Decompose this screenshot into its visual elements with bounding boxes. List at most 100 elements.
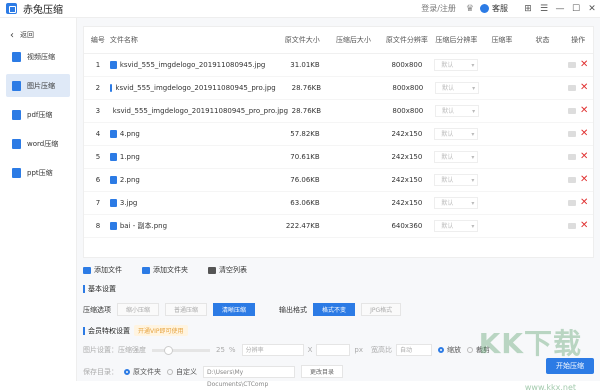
radio-original-folder[interactable]: 原文件夹 (124, 367, 161, 377)
height-input[interactable] (316, 344, 351, 356)
image-settings-label: 图片设置： (83, 346, 118, 354)
sidebar-item-image[interactable]: 图片压缩 (6, 74, 70, 97)
open-folder-icon[interactable] (568, 85, 577, 91)
delete-icon[interactable]: ✕ (580, 221, 588, 231)
after-res-select[interactable]: 默认 (434, 197, 479, 210)
table-row[interactable]: 7 3.jpg 63.06KB 242x150 默认 ✕ (84, 192, 593, 215)
after-res-select[interactable]: 默认 (434, 174, 479, 187)
sidebar-item-label: 图片压缩 (27, 81, 55, 90)
table-header: 编号 文件名称 原文件大小 压缩后大小 原文件分辨率 压缩后分辨率 压缩率 状态… (84, 27, 593, 54)
table-row[interactable]: 2 ksvid_555_imgdelogo_201911080945_pro.j… (84, 77, 593, 100)
delete-icon[interactable]: ✕ (580, 129, 588, 139)
row-after-res: 默认 (431, 197, 482, 210)
close-icon[interactable]: ✕ (584, 4, 600, 14)
delete-icon[interactable]: ✕ (580, 152, 588, 162)
col-header-status: 状态 (535, 36, 550, 44)
sidebar-item-pdf[interactable]: pdf压缩 (6, 103, 70, 126)
delete-icon[interactable]: ✕ (580, 175, 588, 185)
back-arrow-icon: ‹ (10, 29, 14, 41)
add-file-icon (83, 266, 91, 274)
open-folder-icon[interactable] (568, 108, 577, 114)
save-dir-row: 保存目录： 原文件夹 自定义 D:\Users\My Documents\CTC… (83, 365, 344, 388)
row-orig-res: 640x360 (391, 222, 423, 230)
clear-list-button[interactable]: 清空列表 (208, 265, 247, 275)
row-file-name: 3.jpg (106, 199, 274, 207)
vip-badge[interactable]: 开通VIP即可使用 (134, 325, 188, 336)
radio-scale[interactable]: 缩放 (437, 345, 461, 355)
row-after-res: 默认 (431, 82, 482, 95)
option-shrink[interactable]: 缩小压缩 (117, 303, 160, 316)
row-orig-size: 222.47KB (285, 222, 320, 230)
file-name-text: 2.png (119, 176, 140, 184)
sidebar-item-ppt[interactable]: ppt压缩 (6, 161, 70, 184)
after-res-select[interactable]: 默认 (434, 151, 479, 164)
delete-icon[interactable]: ✕ (580, 198, 588, 208)
login-link[interactable]: 登录/注册 (421, 3, 456, 14)
option-clear[interactable]: 清晰压缩 (213, 303, 256, 316)
after-res-select[interactable]: 默认 (434, 220, 479, 233)
sidebar-item-word[interactable]: word压缩 (6, 132, 70, 155)
skin-icon[interactable]: ⊞ (520, 4, 536, 14)
row-orig-res: 800x800 (392, 107, 424, 115)
row-file-name: 2.png (106, 176, 274, 184)
delete-icon[interactable]: ✕ (580, 60, 588, 70)
image-file-icon (109, 222, 117, 230)
image-file-icon (109, 199, 117, 207)
delete-icon[interactable]: ✕ (580, 106, 588, 116)
sidebar-item-label: 视频压缩 (27, 52, 55, 61)
add-file-button[interactable]: 添加文件 (83, 265, 122, 275)
minimize-icon[interactable]: — (552, 4, 568, 14)
radio-dot (124, 368, 130, 375)
open-folder-icon[interactable] (567, 223, 576, 229)
table-row[interactable]: 8 bai - 副本.png 222.47KB 640x360 默认 ✕ (84, 215, 593, 238)
service-label: 客服 (492, 4, 508, 13)
open-folder-icon[interactable] (567, 177, 576, 183)
table-row[interactable]: 6 2.png 76.06KB 242x150 默认 ✕ (84, 169, 593, 192)
maximize-icon[interactable]: ☐ (568, 4, 584, 14)
table-row[interactable]: 3 ksvid_555_imgdelogo_201911080945_pro_p… (84, 100, 593, 123)
open-folder-icon[interactable] (567, 131, 576, 137)
delete-icon[interactable]: ✕ (580, 83, 588, 93)
after-res-select[interactable]: 默认 (435, 105, 480, 118)
change-dir-button[interactable]: 更改目录 (301, 365, 344, 378)
menu-icon[interactable]: ☰ (536, 4, 552, 14)
word-icon (12, 138, 21, 149)
sidebar-item-label: pdf压缩 (27, 110, 53, 119)
after-res-select[interactable]: 默认 (434, 59, 479, 72)
table-row[interactable]: 5 1.png 70.61KB 242x150 默认 ✕ (84, 146, 593, 169)
service-button[interactable]: 客服 (480, 3, 508, 14)
member-settings-title: 会员特权设置 开通VIP即可使用 (83, 325, 188, 336)
row-orig-size: 76.06KB (290, 176, 320, 184)
row-file-name: ksvid_555_imgdelogo_201911080945.jpg (106, 61, 274, 69)
row-actions: ✕ (563, 221, 593, 231)
quality-slider[interactable] (152, 345, 210, 355)
folder-icon (142, 266, 150, 274)
radio-custom-folder[interactable]: 自定义 (167, 367, 197, 377)
crown-icon[interactable]: ♛ (466, 4, 474, 14)
slider-knob[interactable] (164, 345, 173, 355)
after-res-select[interactable]: 默认 (435, 82, 480, 95)
start-compress-button[interactable]: 开始压缩 (546, 358, 594, 374)
back-button[interactable]: ‹ 返回 (0, 18, 76, 42)
width-input[interactable]: 分辨率 (241, 344, 304, 356)
aspect-select[interactable]: 自动 (395, 344, 432, 356)
open-folder-icon[interactable] (567, 154, 576, 160)
table-row[interactable]: 4 4.png 57.82KB 242x150 默认 ✕ (84, 123, 593, 146)
open-folder-icon[interactable] (567, 200, 576, 206)
table-row[interactable]: 1 ksvid_555_imgdelogo_201911080945.jpg 3… (84, 54, 593, 77)
sidebar-item-video[interactable]: 视频压缩 (6, 45, 70, 68)
open-folder-icon[interactable] (567, 62, 576, 68)
image-file-icon (109, 61, 117, 69)
format-keep[interactable]: 格式不变 (313, 303, 356, 316)
format-jpg[interactable]: JPG格式 (361, 303, 402, 316)
option-normal[interactable]: 普通压缩 (165, 303, 208, 316)
quality-value: 25 (216, 346, 225, 354)
save-path-input[interactable]: D:\Users\My Documents\CTComp (203, 365, 295, 388)
file-name-text: ksvid_555_imgdelogo_201911080945_pro_pro… (112, 107, 289, 115)
col-header-after-size: 压缩后大小 (335, 36, 371, 44)
add-folder-button[interactable]: 添加文件夹 (142, 265, 188, 275)
after-res-select[interactable]: 默认 (434, 128, 479, 141)
radio-dot (437, 347, 444, 353)
row-orig-size: 57.82KB (290, 130, 320, 138)
row-num: 2 (95, 84, 101, 92)
